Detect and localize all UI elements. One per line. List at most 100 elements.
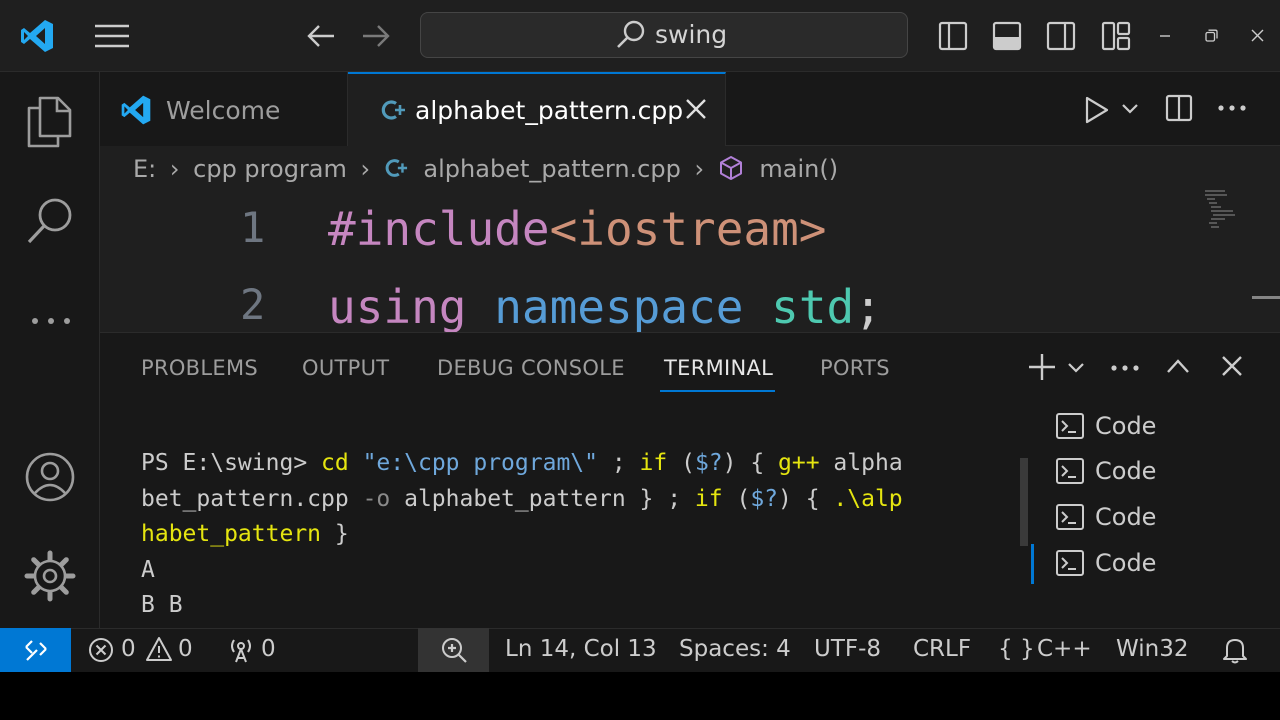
- terminal-line: B B: [141, 588, 991, 624]
- platform[interactable]: Win32: [1116, 636, 1188, 662]
- terminal-output[interactable]: PS E:\swing> cd "e:\cpp program\" ; if (…: [141, 446, 991, 624]
- terminal-list-item[interactable]: Code: [1055, 456, 1156, 486]
- terminal-icon: [1055, 457, 1085, 485]
- error-count[interactable]: 0: [121, 636, 136, 662]
- terminal-list-item[interactable]: Code: [1055, 548, 1156, 578]
- breadcrumb-drive[interactable]: E:: [133, 155, 156, 183]
- code-token: <iostream>: [549, 202, 827, 256]
- panel-tab-terminal[interactable]: TERMINAL: [664, 356, 773, 380]
- tab-welcome-label: Welcome: [166, 96, 281, 125]
- line-number: 2: [240, 280, 266, 329]
- terminal-text-segment: A: [141, 556, 155, 583]
- terminal-icon: [1055, 412, 1085, 440]
- breadcrumb-symbol[interactable]: main(): [759, 155, 838, 183]
- forward-arrow-icon[interactable]: [361, 24, 391, 48]
- language-braces-icon: { }: [998, 636, 1035, 662]
- account-icon[interactable]: [24, 451, 76, 503]
- terminal-list-label: Code: [1095, 503, 1157, 531]
- settings-gear-icon[interactable]: [24, 550, 76, 602]
- close-tab-icon[interactable]: [684, 97, 708, 121]
- breadcrumb-separator-icon: ›: [360, 155, 371, 183]
- end-of-line[interactable]: CRLF: [913, 636, 971, 662]
- encoding[interactable]: UTF-8: [814, 636, 881, 662]
- panel-tab-output[interactable]: OUTPUT: [302, 356, 389, 380]
- remote-icon: [23, 638, 49, 664]
- panel-tab-problems[interactable]: PROBLEMS: [141, 356, 258, 380]
- terminal-line: bet_pattern.cpp -o alphabet_pattern } ; …: [141, 482, 991, 518]
- editor-more-actions-icon[interactable]: [1217, 104, 1247, 112]
- terminal-text-segment: habet_pattern: [141, 521, 322, 547]
- ports-count[interactable]: 0: [261, 636, 276, 662]
- toggle-primary-sidebar-icon[interactable]: [938, 21, 968, 51]
- toggle-panel-icon[interactable]: [992, 21, 1022, 51]
- explorer-icon[interactable]: [26, 96, 72, 148]
- code-line[interactable]: #include<iostream>: [328, 202, 827, 256]
- search-view-icon[interactable]: [26, 196, 74, 246]
- search-text: swing: [655, 20, 728, 49]
- maximize-panel-chevron-up-icon[interactable]: [1166, 358, 1190, 374]
- restore-icon[interactable]: [1205, 29, 1218, 42]
- notifications-bell-icon[interactable]: [1222, 636, 1248, 664]
- run-dropdown-chevron-icon[interactable]: [1121, 103, 1139, 115]
- warning-count[interactable]: 0: [178, 636, 193, 662]
- terminal-scrollbar[interactable]: [1020, 458, 1028, 546]
- symbol-method-icon: [718, 155, 744, 181]
- terminal-list-item[interactable]: Code: [1055, 411, 1156, 441]
- customize-layout-icon[interactable]: [1101, 21, 1131, 51]
- scrollbar-marker: [1252, 296, 1280, 299]
- terminal-list-item[interactable]: Code: [1055, 502, 1156, 532]
- split-editor-icon[interactable]: [1165, 94, 1193, 122]
- terminal-text-segment: if: [694, 485, 723, 512]
- terminal-text-segment: -o: [362, 485, 391, 512]
- activity-bar: [0, 72, 100, 628]
- terminal-text-segment: (: [722, 485, 751, 512]
- menu-icon[interactable]: [94, 24, 130, 48]
- active-tab-indicator: [660, 390, 775, 392]
- more-views-icon[interactable]: [30, 316, 72, 326]
- terminal-text-segment: ) {: [778, 485, 834, 512]
- terminal-text-segment: }: [321, 521, 349, 547]
- minimize-icon[interactable]: [1159, 34, 1171, 38]
- terminal-icon: [1055, 549, 1085, 577]
- error-icon[interactable]: [88, 637, 114, 663]
- code-line[interactable]: using namespace std;: [328, 280, 882, 332]
- cpp-file-icon: [380, 97, 406, 123]
- breadcrumb-file[interactable]: alphabet_pattern.cpp: [423, 155, 680, 183]
- terminal-text-segment: $?: [750, 485, 779, 512]
- terminal-dropdown-chevron-icon[interactable]: [1067, 362, 1085, 374]
- breadcrumb: E: › cpp program › alphabet_pattern.cpp …: [133, 155, 838, 183]
- cursor-position[interactable]: Ln 14, Col 13: [505, 636, 657, 662]
- indentation[interactable]: Spaces: 4: [679, 636, 791, 662]
- terminal-text-segment: .\alp: [833, 485, 903, 512]
- vscode-logo-icon[interactable]: [18, 17, 56, 55]
- new-terminal-plus-icon[interactable]: [1027, 352, 1057, 382]
- toggle-secondary-sidebar-icon[interactable]: [1046, 21, 1076, 51]
- panel-tab-debug-console[interactable]: DEBUG CONSOLE: [437, 356, 625, 380]
- language-mode[interactable]: C++: [1037, 636, 1092, 662]
- breadcrumb-separator-icon: ›: [694, 155, 705, 183]
- ports-broadcast-icon[interactable]: [227, 636, 255, 664]
- code-token: #include: [328, 202, 550, 256]
- close-panel-icon[interactable]: [1221, 355, 1243, 377]
- vscode-welcome-icon: [119, 93, 153, 127]
- breadcrumb-folder[interactable]: cpp program: [193, 155, 347, 183]
- minimap[interactable]: [1203, 188, 1243, 234]
- warning-icon[interactable]: [145, 636, 173, 662]
- run-code-icon[interactable]: [1085, 96, 1109, 124]
- terminal-line: PS E:\swing> cd "e:\cpp program\" ; if (…: [141, 446, 991, 482]
- terminal-text-segment: if: [639, 450, 668, 476]
- terminal-text-segment: cd: [321, 450, 349, 476]
- back-arrow-icon[interactable]: [306, 24, 336, 48]
- close-window-icon[interactable]: [1251, 29, 1264, 42]
- terminal-line: habet_pattern }: [141, 517, 991, 553]
- panel-more-actions-icon[interactable]: [1110, 364, 1140, 372]
- terminal-text-segment: $?: [694, 450, 723, 476]
- panel-tab-ports[interactable]: PORTS: [820, 356, 890, 380]
- terminal-list-label: Code: [1095, 457, 1157, 485]
- terminal-text-segment: B B: [141, 592, 183, 618]
- terminal-text-segment: ) {: [722, 450, 779, 476]
- terminal-text-segment: (: [667, 450, 695, 476]
- terminal-list-label: Code: [1095, 549, 1157, 577]
